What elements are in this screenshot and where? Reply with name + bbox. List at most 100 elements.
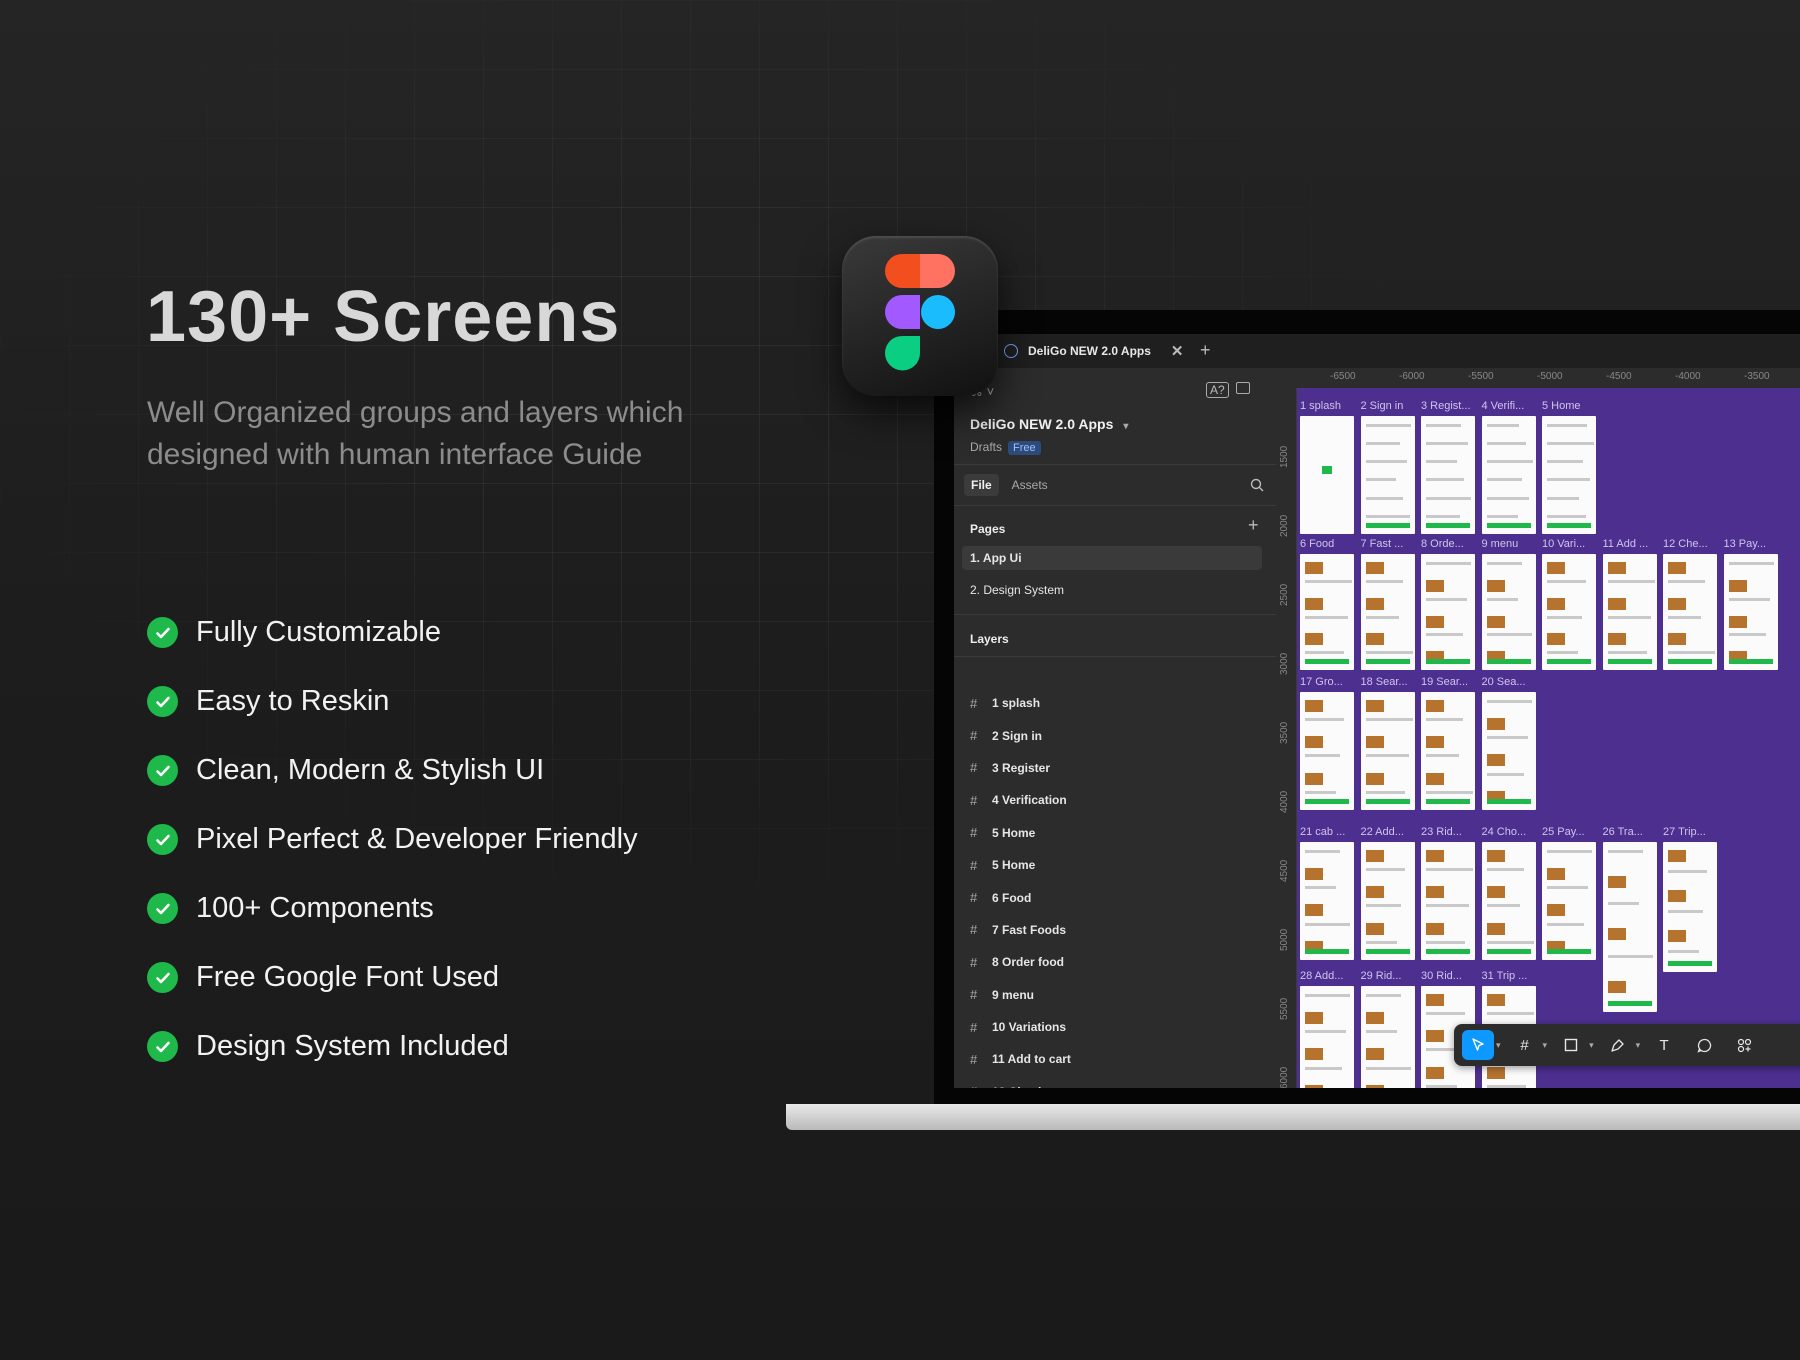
frame-label[interactable]: 31 Trip ... [1482, 970, 1528, 982]
thumbnail-block [1668, 651, 1715, 655]
layer-item[interactable]: #6 Food [970, 881, 1071, 913]
search-icon[interactable] [1250, 478, 1264, 497]
add-page-plus-icon[interactable]: + [1248, 515, 1259, 536]
page-item-design-system[interactable]: 2. Design System [962, 578, 1262, 602]
text-size-icon[interactable]: A? [1206, 382, 1229, 398]
layer-item[interactable]: #1 splash [970, 687, 1071, 719]
thumbnail-block [1365, 1012, 1384, 1025]
frame-label[interactable]: 17 Gro... [1300, 676, 1343, 688]
frame-label[interactable]: 18 Sear... [1361, 676, 1408, 688]
frame-label[interactable]: 28 Add... [1300, 970, 1343, 982]
layer-item[interactable]: #8 Order food [970, 946, 1071, 978]
frame-label[interactable]: 25 Pay... [1542, 826, 1585, 838]
close-icon[interactable]: ✕ [1171, 342, 1184, 360]
layer-item[interactable]: #5 Home [970, 849, 1071, 881]
screen-frame-thumbnail[interactable] [1481, 692, 1536, 810]
frame-label[interactable]: 13 Pay... [1724, 538, 1767, 550]
layer-item[interactable]: #3 Register [970, 752, 1071, 784]
chevron-down-icon[interactable]: ▾ [1636, 1040, 1641, 1051]
screen-frame-thumbnail[interactable] [1481, 416, 1536, 534]
page-item-app-ui[interactable]: 1. App Ui [962, 546, 1262, 570]
screen-frame-thumbnail[interactable] [1360, 416, 1415, 534]
resources-tool-icon[interactable] [1728, 1030, 1760, 1060]
screen-frame-thumbnail[interactable] [1481, 554, 1536, 670]
frame-label[interactable]: 1 splash [1300, 400, 1341, 412]
layer-item[interactable]: #9 menu [970, 979, 1071, 1011]
frame-label[interactable]: 22 Add... [1361, 826, 1404, 838]
screen-frame-thumbnail[interactable] [1542, 416, 1596, 534]
thumbnail-block [1365, 514, 1410, 518]
frame-label[interactable]: 27 Trip... [1663, 826, 1706, 838]
screen-frame-thumbnail[interactable] [1663, 554, 1717, 670]
frame-label[interactable]: 8 Orde... [1421, 538, 1464, 550]
tab-file[interactable]: File [964, 474, 999, 496]
thumbnail-block [1607, 633, 1626, 646]
thumbnail-block [1305, 886, 1336, 890]
screen-frame-thumbnail[interactable] [1360, 692, 1415, 810]
tab-assets[interactable]: Assets [1005, 474, 1055, 496]
frame-label[interactable]: 26 Tra... [1603, 826, 1643, 838]
screen-frame-thumbnail[interactable] [1602, 554, 1657, 670]
screen-frame-thumbnail[interactable] [1300, 986, 1354, 1088]
layer-item[interactable]: #2 Sign in [970, 719, 1071, 751]
frame-label[interactable]: 4 Verifi... [1482, 400, 1525, 412]
layer-item[interactable]: #12 Checkout [970, 1076, 1071, 1088]
project-name[interactable]: DeliGo NEW 2.0 Apps ▾ [970, 416, 1128, 432]
pen-tool-icon[interactable] [1602, 1030, 1634, 1060]
screen-frame-thumbnail[interactable] [1421, 416, 1475, 534]
screen-frame-thumbnail[interactable] [1300, 842, 1354, 960]
screen-frame-thumbnail[interactable] [1300, 416, 1354, 534]
layer-item[interactable]: #11 Add to cart [970, 1043, 1071, 1075]
screen-frame-thumbnail[interactable] [1300, 692, 1354, 810]
layer-item[interactable]: #10 Variations [970, 1011, 1071, 1043]
frame-label[interactable]: 20 Sea... [1482, 676, 1526, 688]
frame-label[interactable]: 19 Sear... [1421, 676, 1468, 688]
screen-frame-thumbnail[interactable] [1360, 842, 1415, 960]
screen-frame-thumbnail[interactable] [1602, 842, 1657, 1012]
frame-label[interactable]: 9 menu [1482, 538, 1519, 550]
frame-label[interactable]: 30 Rid... [1421, 970, 1462, 982]
screen-frame-thumbnail[interactable] [1421, 554, 1475, 670]
screen-frame-thumbnail[interactable] [1360, 986, 1415, 1088]
screen-frame-thumbnail[interactable] [1542, 842, 1596, 960]
file-tab[interactable]: DeliGo NEW 2.0 Apps ✕ [1004, 334, 1183, 368]
frame-label[interactable]: 5 Home [1542, 400, 1581, 412]
frame-tool-icon[interactable]: # [1509, 1030, 1541, 1060]
frame-label[interactable]: 29 Rid... [1361, 970, 1402, 982]
move-tool-icon[interactable] [1462, 1030, 1494, 1060]
panel-toggle-icon[interactable] [1236, 382, 1250, 394]
text-tool-icon[interactable]: T [1648, 1030, 1680, 1060]
frame-label[interactable]: 3 Regist... [1421, 400, 1471, 412]
frame-label[interactable]: 11 Add ... [1603, 538, 1649, 550]
frame-label[interactable]: 21 cab ... [1300, 826, 1345, 838]
layer-item[interactable]: #4 Verification [970, 784, 1071, 816]
thumbnail-block [1426, 718, 1463, 722]
screen-frame-thumbnail[interactable] [1481, 842, 1536, 960]
chevron-down-icon[interactable]: ▾ [1589, 1040, 1594, 1051]
chevron-down-icon[interactable]: ▾ [1543, 1040, 1548, 1051]
layer-item[interactable]: #5 Home [970, 817, 1071, 849]
figma-window: DeliGo NEW 2.0 Apps ✕ + ⌘ ˅ A? DeliGo NE… [954, 334, 1800, 1088]
screen-frame-thumbnail[interactable] [1300, 554, 1354, 670]
frame-label[interactable]: 2 Sign in [1361, 400, 1404, 412]
frame-label[interactable]: 10 Vari... [1542, 538, 1585, 550]
design-canvas[interactable]: 1 splash 2 Sign in 3 Regist... 4 Verifi... 5… [1297, 388, 1800, 1088]
new-tab-plus-icon[interactable]: + [1200, 340, 1211, 361]
frame-label[interactable]: 23 Rid... [1421, 826, 1462, 838]
screen-frame-thumbnail[interactable] [1663, 842, 1717, 972]
comment-tool-icon[interactable] [1688, 1030, 1720, 1060]
screen-frame-thumbnail[interactable] [1723, 554, 1778, 670]
layer-item[interactable]: #7 Fast Foods [970, 914, 1071, 946]
screen-frame-thumbnail[interactable] [1542, 554, 1596, 670]
thumbnail-block [1486, 442, 1526, 446]
screen-frame-thumbnail[interactable] [1421, 842, 1475, 960]
frame-label[interactable]: 24 Cho... [1482, 826, 1527, 838]
shape-tool-icon[interactable] [1555, 1030, 1587, 1060]
frame-label[interactable]: 6 Food [1300, 538, 1334, 550]
frame-label[interactable]: 7 Fast ... [1361, 538, 1404, 550]
chevron-down-icon[interactable]: ▾ [1496, 1040, 1501, 1051]
frame-label[interactable]: 12 Che... [1663, 538, 1708, 550]
chevron-down-icon[interactable]: ▾ [1123, 421, 1128, 432]
screen-frame-thumbnail[interactable] [1421, 692, 1475, 810]
screen-frame-thumbnail[interactable] [1360, 554, 1415, 670]
